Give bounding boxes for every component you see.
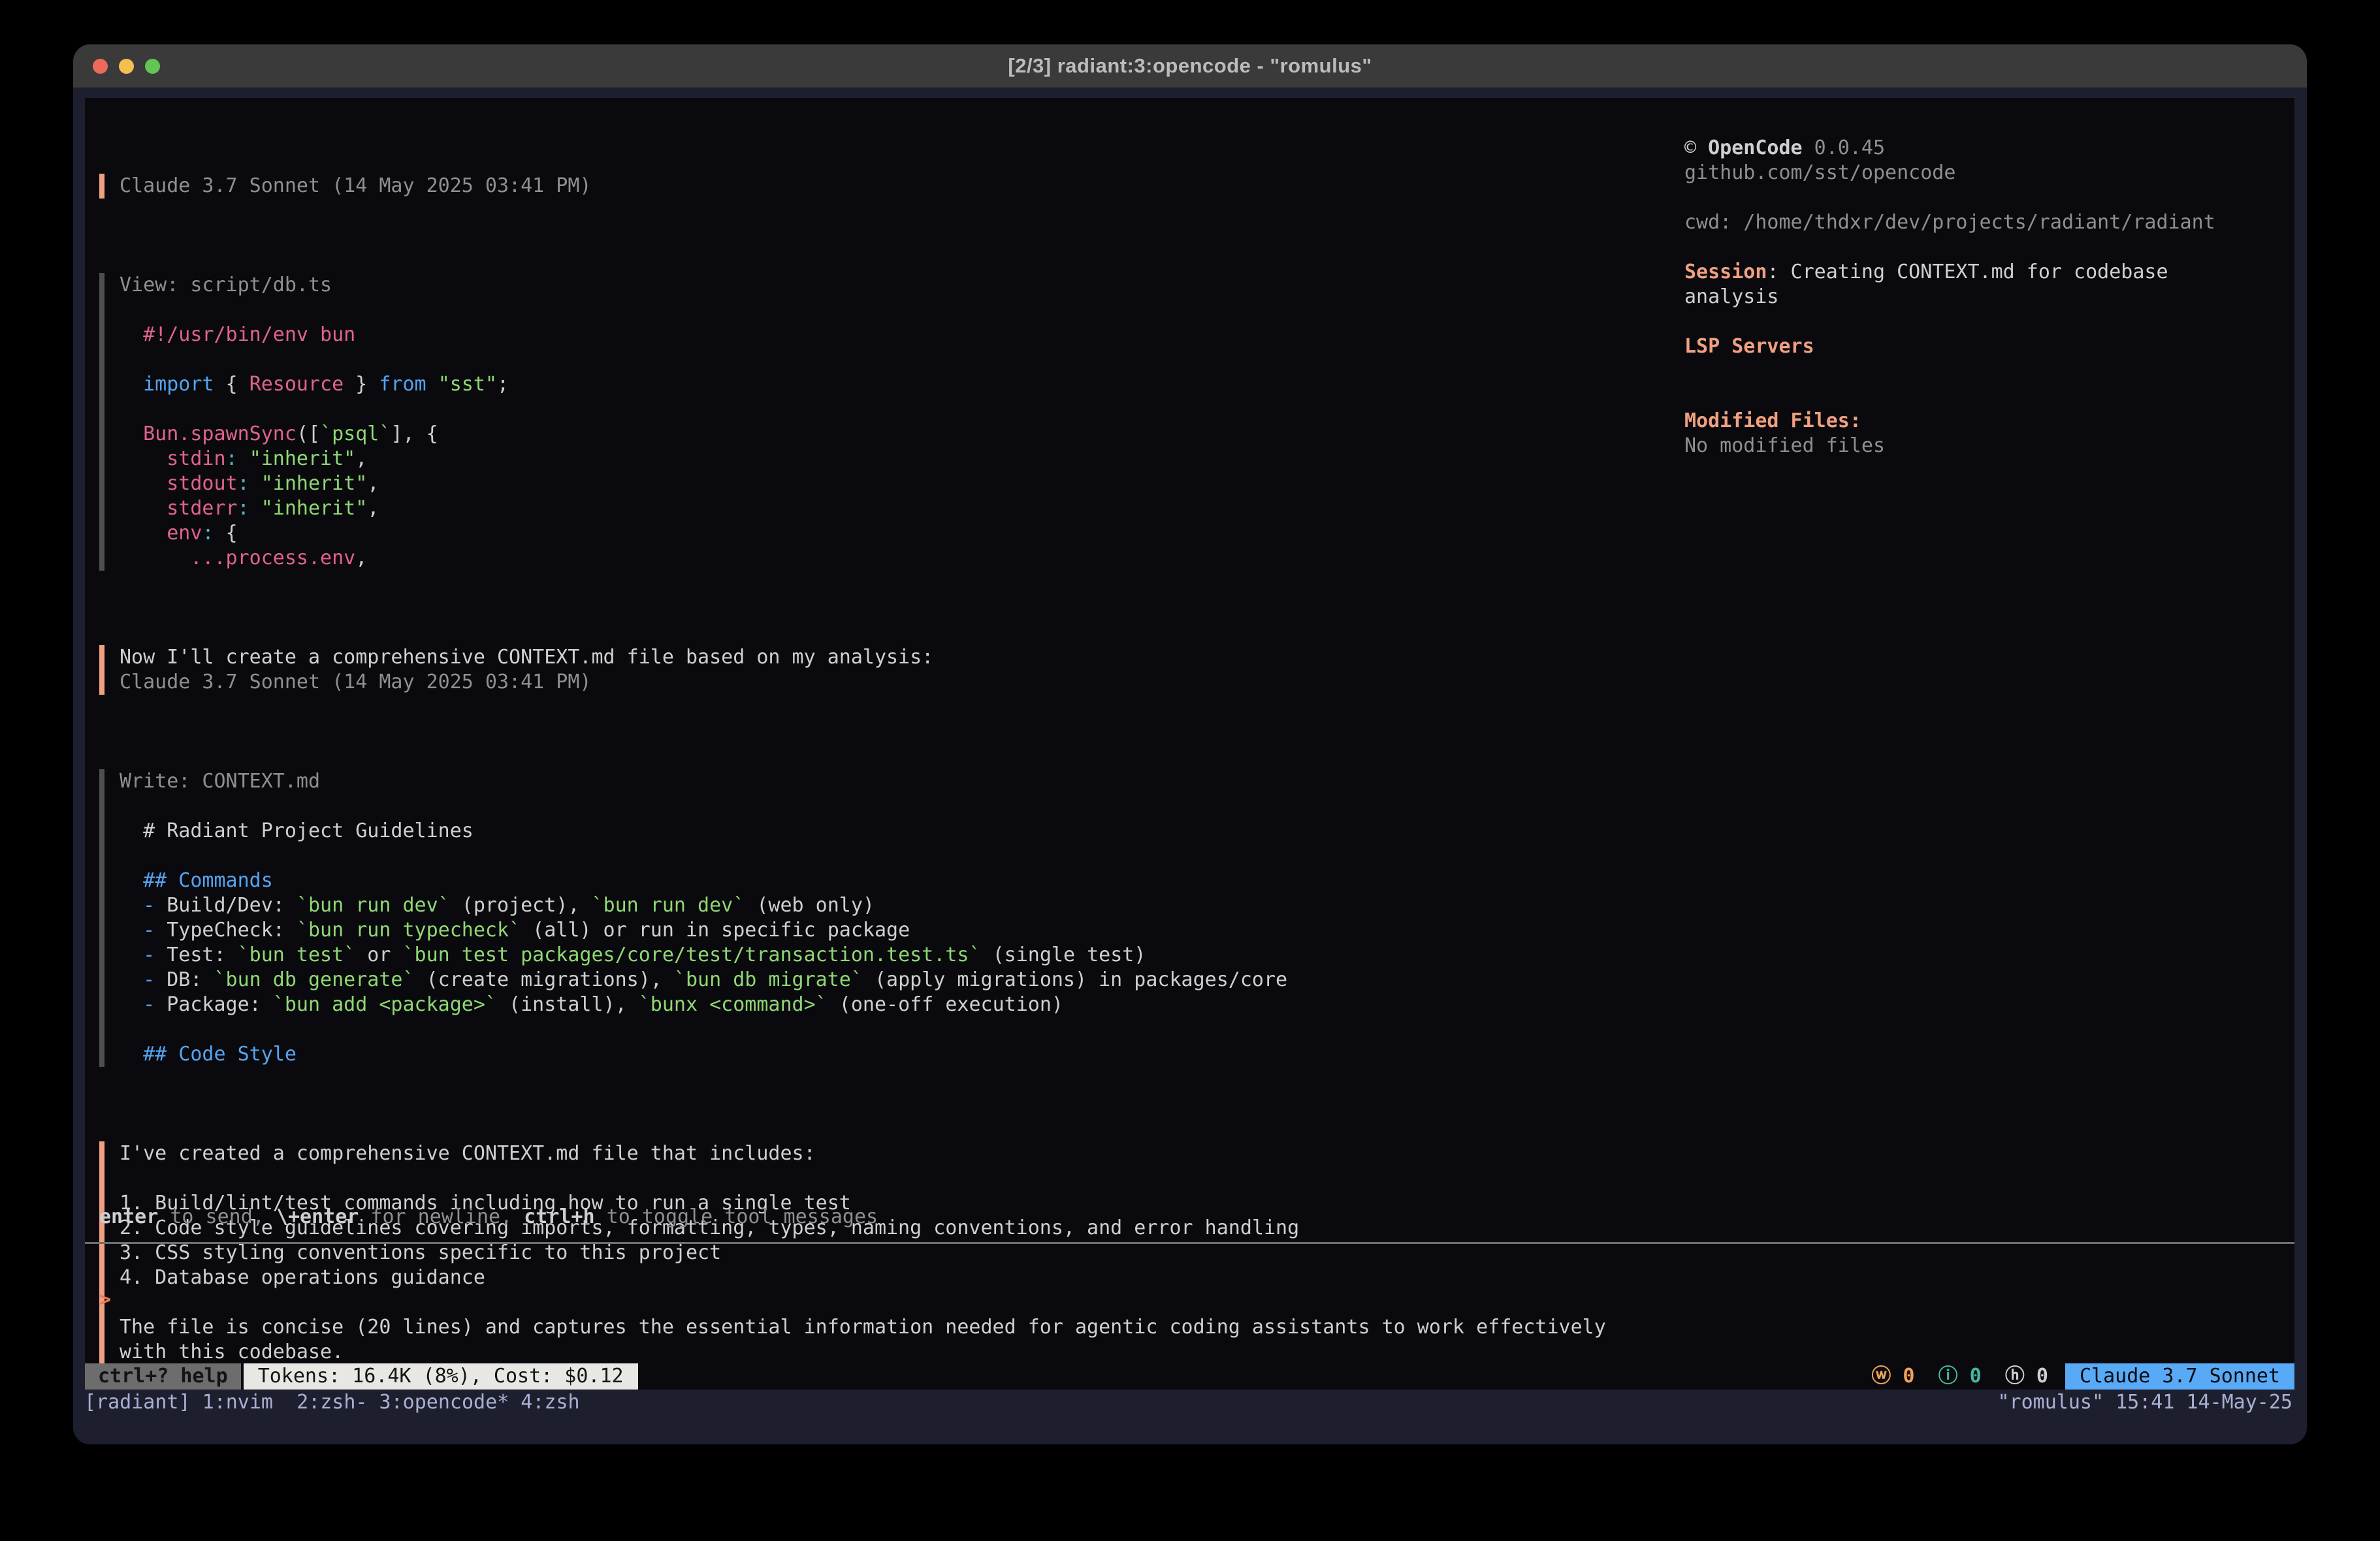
model-badge[interactable]: Claude 3.7 Sonnet bbox=[2065, 1363, 2294, 1390]
assistant-message: Now I'll create a comprehensive CONTEXT.… bbox=[99, 645, 1660, 695]
message-input[interactable] bbox=[85, 1244, 2294, 1374]
assistant-message-footer: Claude 3.7 Sonnet (14 May 2025 03:41 PM) bbox=[99, 174, 1660, 199]
tmux-window-list[interactable]: [radiant] 1:nvim 2:zsh- 3:opencode* 4:zs… bbox=[84, 1390, 580, 1416]
tool-message-view-db-ts: View: script/db.ts #!/usr/bin/env bun im… bbox=[99, 273, 1660, 571]
minimize-button[interactable] bbox=[119, 59, 134, 74]
help-shortcut[interactable]: ctrl+? help bbox=[85, 1363, 241, 1390]
opencode-tui: Claude 3.7 Sonnet (14 May 2025 03:41 PM)… bbox=[85, 98, 2294, 1390]
keybinding-hint: enter to send, \+enter for newline, ctrl… bbox=[99, 1205, 878, 1230]
window-titlebar[interactable]: [2/3] radiant:3:opencode - "romulus" bbox=[73, 44, 2307, 87]
terminal-content: Claude 3.7 Sonnet (14 May 2025 03:41 PM)… bbox=[73, 87, 2307, 1444]
desktop: { "palette": { "fg": "#cfcfcf", "muted":… bbox=[0, 0, 2380, 1541]
window-controls bbox=[93, 44, 160, 87]
tokens-cost-indicator: Tokens: 16.4K (8%), Cost: $0.12 bbox=[244, 1363, 638, 1390]
session-sidebar: © OpenCode 0.0.45github.com/sst/opencode… bbox=[1684, 136, 2298, 458]
terminal-window: [2/3] radiant:3:opencode - "romulus" Cla… bbox=[73, 44, 2307, 1444]
diagnostic-counters: ⓦ 0 ⓘ 0 ⓗ 0 bbox=[1871, 1363, 2065, 1390]
status-right-cluster: ⓦ 0 ⓘ 0 ⓗ 0 Claude 3.7 Sonnet bbox=[1871, 1363, 2294, 1390]
tmux-session-clock: "romulus" 15:41 14-May-25 bbox=[1997, 1390, 2292, 1416]
opencode-status-bar: ctrl+? help Tokens: 16.4K (8%), Cost: $0… bbox=[85, 1363, 2294, 1390]
window-title: [2/3] radiant:3:opencode - "romulus" bbox=[1008, 54, 1372, 78]
close-button[interactable] bbox=[93, 59, 108, 74]
tool-message-write-context-md: Write: CONTEXT.md # Radiant Project Guid… bbox=[99, 769, 1660, 1067]
zoom-button[interactable] bbox=[145, 59, 160, 74]
prompt-chevron-icon: > bbox=[99, 1288, 111, 1312]
tmux-status-bar: [radiant] 1:nvim 2:zsh- 3:opencode* 4:zs… bbox=[73, 1390, 2307, 1416]
